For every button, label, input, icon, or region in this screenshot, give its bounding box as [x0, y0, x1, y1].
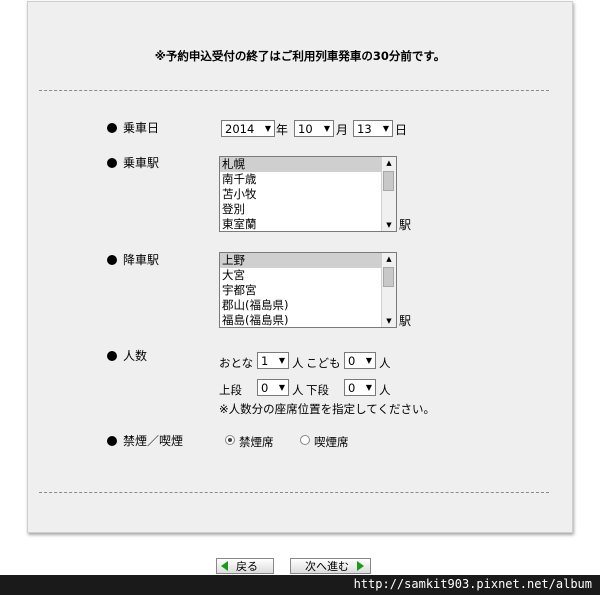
list-item[interactable]: 苫小牧: [220, 187, 382, 202]
list-item[interactable]: 福島(福島県): [220, 313, 382, 327]
adult-unit: 人: [292, 356, 304, 370]
lower-berth-label: 下段: [306, 383, 329, 397]
bullet-icon: [107, 435, 117, 446]
top-divider: [39, 90, 549, 91]
scrollbar[interactable]: ▲ ▼: [381, 253, 396, 327]
smoking-option-label[interactable]: 喫煙席: [314, 434, 349, 450]
adult-count-select[interactable]: 1 ▼: [257, 352, 289, 369]
triangle-left-icon: [221, 561, 228, 571]
upper-berth-unit: 人: [292, 383, 304, 397]
scrollbar[interactable]: ▲ ▼: [381, 157, 396, 231]
next-button[interactable]: 次へ進む: [290, 558, 371, 574]
bullet-icon: [107, 157, 117, 168]
list-item[interactable]: 札幌: [220, 157, 382, 172]
scroll-thumb[interactable]: [383, 267, 394, 287]
month-select[interactable]: 10 ▼: [294, 120, 334, 137]
chevron-down-icon: ▼: [365, 356, 372, 365]
boarding-station-list[interactable]: 札幌 南千歳 苫小牧 登別 東室蘭 ▲ ▼: [219, 156, 397, 232]
chevron-down-icon: ▼: [264, 124, 271, 133]
alighting-station-suffix: 駅: [399, 314, 412, 328]
bullet-icon: [107, 350, 117, 361]
list-item[interactable]: 上野: [220, 253, 382, 268]
passenger-count-label: 人数: [107, 347, 147, 364]
scroll-down-icon[interactable]: ▼: [382, 315, 396, 327]
chevron-down-icon: ▼: [278, 383, 285, 392]
year-select[interactable]: 2014 ▼: [221, 120, 275, 137]
smoking-label: 禁煙／喫煙: [107, 432, 183, 449]
day-unit: 日: [395, 123, 408, 137]
triangle-right-icon: [357, 561, 364, 571]
adult-label: おとな: [219, 356, 254, 370]
alighting-station-list[interactable]: 上野 大宮 宇都宮 郡山(福島県) 福島(福島県) ▲ ▼: [219, 252, 397, 328]
scroll-thumb[interactable]: [383, 171, 394, 191]
chevron-down-icon: ▼: [382, 124, 389, 133]
scroll-up-icon[interactable]: ▲: [382, 253, 396, 265]
child-count-select[interactable]: 0 ▼: [344, 352, 376, 369]
lower-berth-select[interactable]: 0 ▼: [344, 379, 376, 396]
list-item[interactable]: 南千歳: [220, 172, 382, 187]
date-label: 乗車日: [107, 119, 159, 136]
month-unit: 月: [336, 123, 349, 137]
scroll-down-icon[interactable]: ▼: [382, 219, 396, 231]
lower-berth-unit: 人: [379, 383, 391, 397]
chevron-down-icon: ▼: [365, 383, 372, 392]
boarding-station-label: 乗車駅: [107, 154, 159, 171]
back-button[interactable]: 戻る: [216, 558, 274, 574]
child-unit: 人: [379, 356, 391, 370]
bullet-icon: [107, 122, 117, 133]
chevron-down-icon: ▼: [278, 356, 285, 365]
scroll-up-icon[interactable]: ▲: [382, 157, 396, 169]
watermark-url: http://samkit903.pixnet.net/album: [353, 577, 592, 591]
bullet-icon: [107, 254, 117, 265]
list-item[interactable]: 登別: [220, 202, 382, 217]
list-item[interactable]: 大宮: [220, 268, 382, 283]
alighting-station-label: 降車駅: [107, 251, 159, 268]
chevron-down-icon: ▼: [323, 124, 330, 133]
day-select[interactable]: 13 ▼: [353, 120, 393, 137]
nonsmoking-radio[interactable]: [225, 435, 235, 445]
boarding-station-suffix: 駅: [399, 218, 412, 232]
list-item[interactable]: 宇都宮: [220, 283, 382, 298]
list-item[interactable]: 東室蘭: [220, 217, 382, 231]
list-item[interactable]: 郡山(福島県): [220, 298, 382, 313]
child-label: こども: [306, 356, 341, 370]
deadline-notice: ※予約申込受付の終了はご利用列車発車の30分前です。: [154, 49, 446, 63]
nonsmoking-option-label[interactable]: 禁煙席: [239, 434, 274, 450]
upper-berth-label: 上段: [219, 383, 242, 397]
seat-position-note: ※人数分の座席位置を指定してください。: [219, 402, 435, 416]
upper-berth-select[interactable]: 0 ▼: [257, 379, 289, 396]
bottom-divider: [39, 492, 549, 493]
smoking-radio[interactable]: [300, 435, 310, 445]
watermark-bar: http://samkit903.pixnet.net/album: [0, 575, 600, 595]
year-unit: 年: [276, 123, 289, 137]
reservation-form-panel: ※予約申込受付の終了はご利用列車発車の30分前です。 乗車日 2014 ▼ 年 1…: [27, 1, 573, 533]
